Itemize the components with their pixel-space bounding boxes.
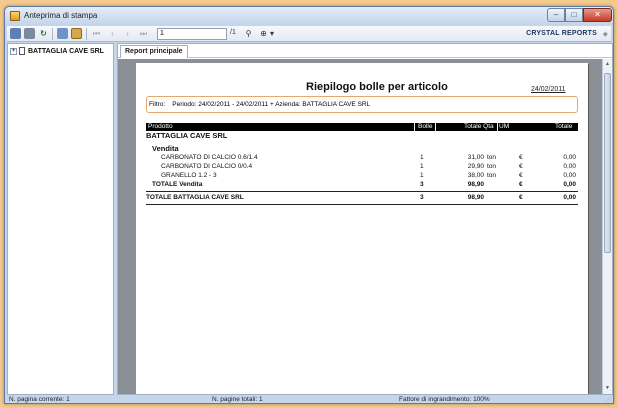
zoom-icon[interactable]: ⊕ xyxy=(258,28,269,39)
row-um: ton xyxy=(487,163,497,170)
status-total-pages: N. pagine totali: 1 xyxy=(212,396,263,403)
company-total-amount: 0,00 xyxy=(563,194,576,201)
window-title: Anteprima di stampa xyxy=(24,11,98,20)
print-preview-window: Anteprima di stampa – □ ✕ ↻ ⏮ ‹ › ⏭ 1 /1… xyxy=(4,6,614,404)
close-button[interactable]: ✕ xyxy=(583,8,612,22)
report-page: Riepilogo bolle per articolo 24/02/2011 … xyxy=(136,63,588,394)
row-product: GRANELLO 1.2 - 3 xyxy=(161,172,217,179)
report-date: 24/02/2011 xyxy=(531,86,566,93)
company-total-qty: 98,90 xyxy=(467,194,484,201)
find-icon[interactable] xyxy=(71,28,82,39)
maximize-button[interactable]: □ xyxy=(565,8,583,22)
row-currency: € xyxy=(519,172,523,179)
group-tree-pane: + BATTAGLIA CAVE SRL xyxy=(7,43,114,395)
group-total-label: TOTALE Vendita xyxy=(152,181,203,188)
row-qty: 38,00 xyxy=(467,172,484,179)
group-total-bolle: 3 xyxy=(420,181,424,188)
column-header-um: UM xyxy=(499,123,510,130)
next-page-icon[interactable]: › xyxy=(122,28,133,39)
tab-report-principale[interactable]: Report principale xyxy=(120,45,188,58)
row-total: 0,00 xyxy=(563,163,576,170)
group-total-currency: € xyxy=(519,181,523,188)
refresh-icon[interactable]: ↻ xyxy=(38,28,49,39)
first-page-icon[interactable]: ⏮ xyxy=(91,28,102,39)
column-header-product: Prodotto xyxy=(148,123,173,130)
row-bolle: 1 xyxy=(420,163,424,170)
toolbar-separator xyxy=(52,28,53,40)
page-total-label: /1 xyxy=(230,29,236,36)
scroll-down-icon[interactable]: ▼ xyxy=(603,384,612,393)
minimize-button[interactable]: – xyxy=(547,8,565,22)
row-product: CARBONATO DI CALCIO 0/0.4 xyxy=(161,163,253,170)
status-current-page: N. pagina corrente: 1 xyxy=(9,396,70,403)
group-total-amount: 0,00 xyxy=(563,181,576,188)
page-number-input[interactable]: 1 xyxy=(157,28,227,40)
row-qty: 31,00 xyxy=(467,154,484,161)
resize-grip-icon[interactable]: ⋰ xyxy=(605,396,611,403)
status-zoom: Fattore di ingrandimento: 100% xyxy=(399,396,490,403)
binoculars-icon[interactable]: ⚲ xyxy=(243,28,254,39)
report-title: Riepilogo bolle per articolo xyxy=(306,81,448,93)
previous-page-icon[interactable]: ‹ xyxy=(107,28,118,39)
tree-item-root[interactable]: + BATTAGLIA CAVE SRL xyxy=(10,47,104,57)
divider xyxy=(146,191,578,192)
row-currency: € xyxy=(519,163,523,170)
status-bar: N. pagina corrente: 1 N. pagine totali: … xyxy=(7,396,611,404)
company-total-bolle: 3 xyxy=(420,194,424,201)
preview-area: Riepilogo bolle per articolo 24/02/2011 … xyxy=(118,59,602,394)
column-header-qty: Totale Qta xyxy=(464,123,494,130)
row-qty: 29,90 xyxy=(467,163,484,170)
company-total-currency: € xyxy=(519,194,523,201)
report-viewer: Report principale Riepilogo bolle per ar… xyxy=(117,43,613,395)
title-bar: Anteprima di stampa – □ ✕ xyxy=(5,7,613,25)
toolbar-separator xyxy=(86,28,87,40)
row-um: ton xyxy=(487,172,497,179)
tab-strip: Report principale xyxy=(118,44,612,58)
scroll-up-icon[interactable]: ▲ xyxy=(603,60,612,69)
tree-expander-icon[interactable]: + xyxy=(10,47,17,55)
row-total: 0,00 xyxy=(563,154,576,161)
header-separator xyxy=(435,123,436,131)
tree-item-label: BATTAGLIA CAVE SRL xyxy=(28,47,104,55)
row-bolle: 1 xyxy=(420,154,424,161)
row-currency: € xyxy=(519,154,523,161)
print-icon[interactable] xyxy=(24,28,35,39)
filter-text: Periodo: 24/02/2011 - 24/02/2011 + Azien… xyxy=(172,101,371,108)
column-header-bolle: Bolle xyxy=(418,123,433,130)
document-icon xyxy=(19,47,25,55)
vertical-scrollbar[interactable]: ▲ ▼ xyxy=(602,59,612,394)
filter-box: Filtro: Periodo: 24/02/2011 - 24/02/2011 … xyxy=(146,96,578,113)
chevron-down-icon[interactable]: ▾ xyxy=(269,28,275,39)
column-header-bar: Prodotto Bolle Totale Qta UM Totale xyxy=(146,123,578,131)
scroll-thumb[interactable] xyxy=(604,73,611,253)
group-heading: Vendita xyxy=(152,144,179,153)
toggle-group-tree-icon[interactable] xyxy=(57,28,68,39)
company-heading: BATTAGLIA CAVE SRL xyxy=(146,131,228,140)
row-product: CARBONATO DI CALCIO 0.6/1.4 xyxy=(161,154,258,161)
row-bolle: 1 xyxy=(420,172,424,179)
filter-label: Filtro: xyxy=(149,101,166,108)
crystal-reports-logo: CRYSTAL REPORTS xyxy=(526,30,597,37)
export-icon[interactable] xyxy=(10,28,21,39)
group-total-qty: 98,90 xyxy=(467,181,484,188)
column-header-total: Totale xyxy=(555,123,573,130)
header-separator xyxy=(497,123,498,131)
divider xyxy=(146,204,578,205)
row-um: ton xyxy=(487,154,497,161)
last-page-icon[interactable]: ⏭ xyxy=(138,28,149,39)
header-separator xyxy=(414,123,415,131)
row-total: 0,00 xyxy=(563,172,576,179)
toolbar: ↻ ⏮ ‹ › ⏭ 1 /1 ⚲ ⊕ ▾ CRYSTAL REPORTS ◈ xyxy=(7,26,611,42)
company-total-label: TOTALE BATTAGLIA CAVE SRL xyxy=(146,194,244,201)
crystal-icon: ◈ xyxy=(602,31,608,38)
app-icon xyxy=(10,11,20,21)
